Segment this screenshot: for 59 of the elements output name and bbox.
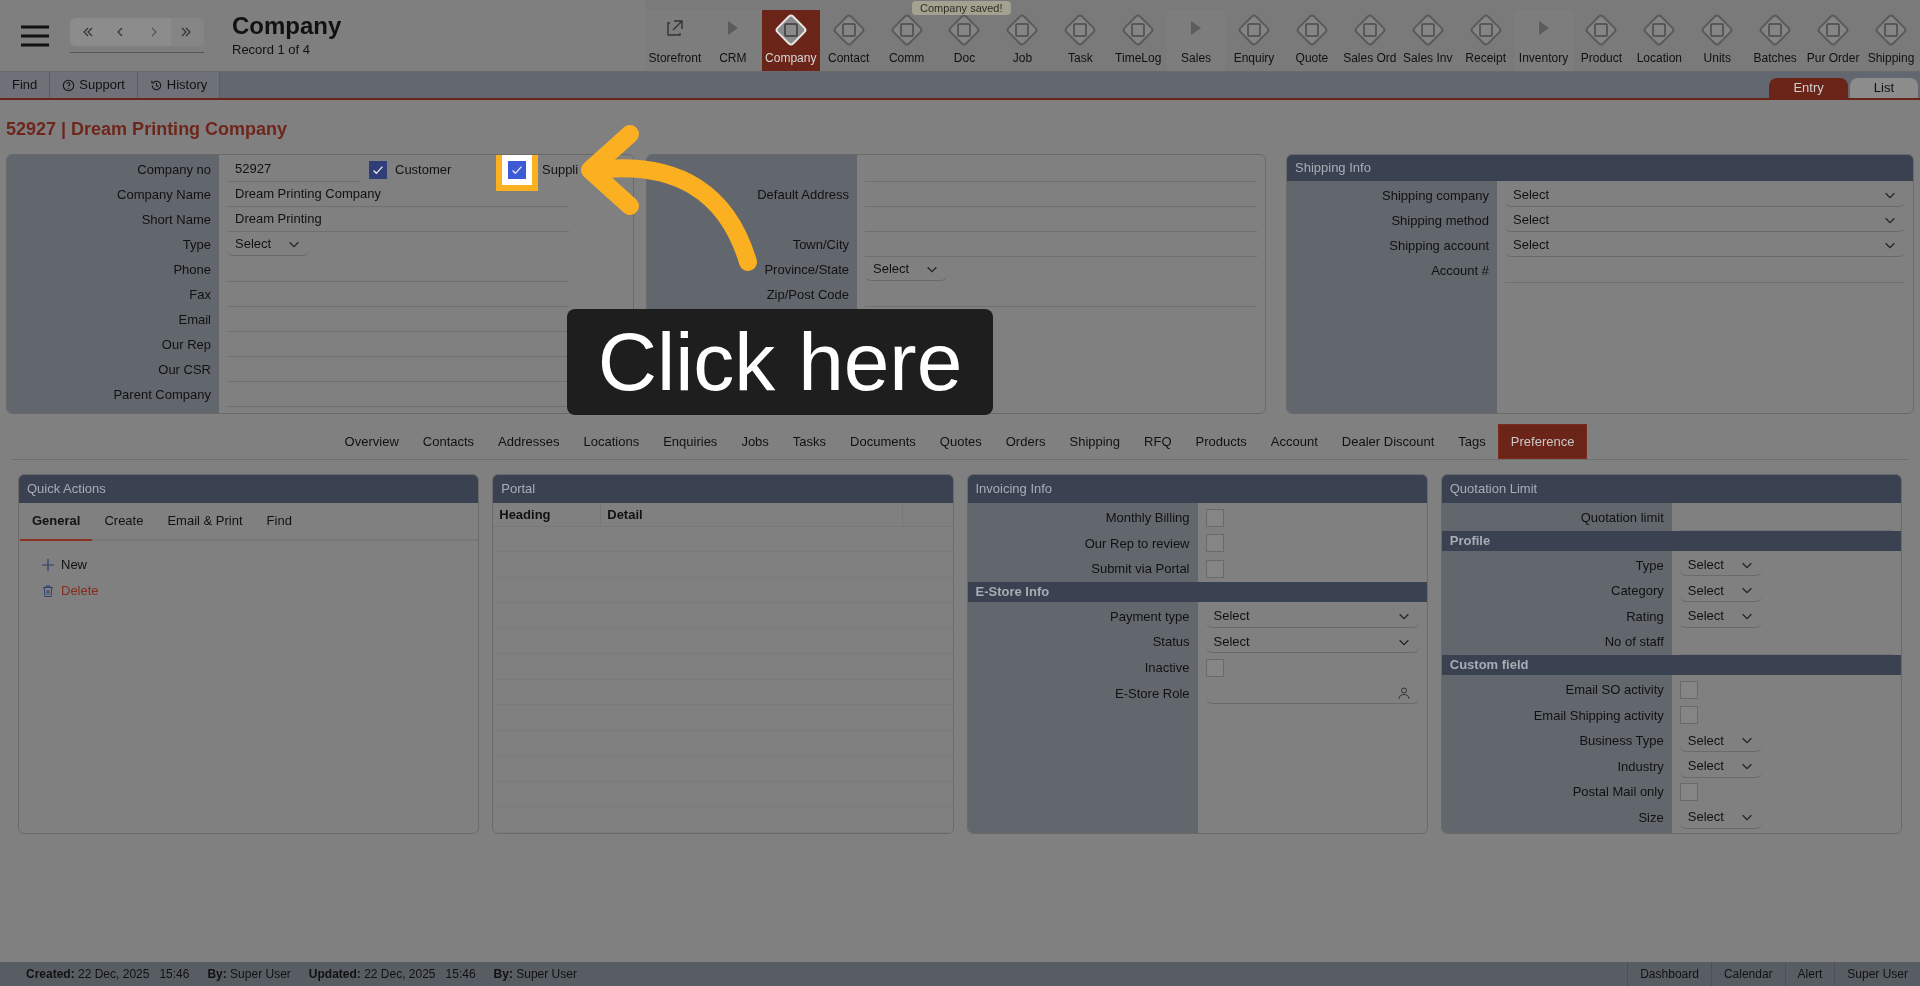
footer-text: 15:46	[159, 966, 190, 983]
field-label: Rating	[1625, 607, 1665, 626]
field-label: Type	[181, 235, 212, 254]
panel-header: Shipping Info	[1287, 155, 1913, 181]
column-header: Detail	[601, 503, 904, 526]
page-title: Company	[232, 11, 342, 40]
field-label: Account #	[1430, 261, 1490, 280]
field-label: Size	[1637, 809, 1665, 827]
section-header: E-Store Info	[967, 581, 1427, 602]
field-label: Submit via Portal	[1090, 560, 1191, 579]
footer-text: By: Super User	[493, 966, 577, 983]
panel-header: Portal	[493, 475, 953, 503]
footer-text: Updated: 22 Dec, 2025	[308, 966, 436, 983]
field-label: Short Name	[140, 210, 212, 229]
panel-header: Quick Actions	[19, 475, 479, 503]
field-label: Province/State	[763, 260, 850, 279]
field-label: Status	[1151, 633, 1191, 652]
record-counter: Record 1 of 4	[232, 40, 312, 59]
field-label: Town/City	[791, 235, 850, 254]
field-label: Phone	[172, 260, 212, 279]
record-heading: 52927 | Dream Printing Company	[5, 117, 289, 141]
field-label: Quotation limit	[1579, 509, 1665, 528]
field-label: Payment type	[1109, 607, 1191, 626]
field-label: Monthly Billing	[1104, 509, 1191, 528]
checkbox-label: Customer	[395, 160, 452, 179]
field-label: Inactive	[1143, 659, 1191, 677]
field-label: Fax	[188, 285, 212, 304]
field-label: Default Address	[756, 185, 850, 204]
field-label: Shipping account	[1388, 236, 1490, 255]
field-label: Shipping method	[1390, 211, 1490, 230]
field-label: Shipping company	[1381, 186, 1490, 205]
checkbox-label: Suppli	[542, 160, 579, 179]
field-label: Company no	[136, 160, 212, 179]
field-label: No of staff	[1603, 633, 1665, 652]
field-label: Industry	[1616, 757, 1665, 776]
panel-header: Invoicing Info	[967, 475, 1427, 503]
section-header: Custom field	[1441, 654, 1901, 675]
footer-text: By: Super User	[207, 966, 291, 983]
footer-text: Created: 22 Dec, 2025	[26, 966, 150, 983]
field-label: Category	[1610, 582, 1665, 601]
field-label: Parent Company	[112, 385, 212, 404]
hint-callout: Click here	[567, 309, 993, 415]
field-label: Our Rep to review	[1083, 534, 1191, 553]
field-label: Business Type	[1578, 732, 1665, 751]
column-header: Heading	[493, 503, 602, 526]
field-label: Email Shipping activity	[1532, 706, 1665, 725]
field-label: Our Rep	[160, 335, 212, 354]
field-label: Email	[177, 310, 212, 329]
panel-header: Quotation Limit	[1441, 475, 1901, 503]
field-label: Company Name	[116, 185, 212, 204]
section-header: Profile	[1441, 530, 1901, 551]
field-label: Email SO activity	[1564, 681, 1665, 699]
field-label: Type	[1634, 556, 1665, 575]
field-label: Zip/Post Code	[765, 285, 850, 304]
saved-toast: Company saved!	[912, 1, 1011, 15]
footer-text: 15:46	[445, 966, 476, 983]
field-label: Postal Mail only	[1571, 783, 1665, 802]
field-label: E-Store Role	[1114, 684, 1191, 703]
field-label: Our CSR	[157, 360, 212, 379]
